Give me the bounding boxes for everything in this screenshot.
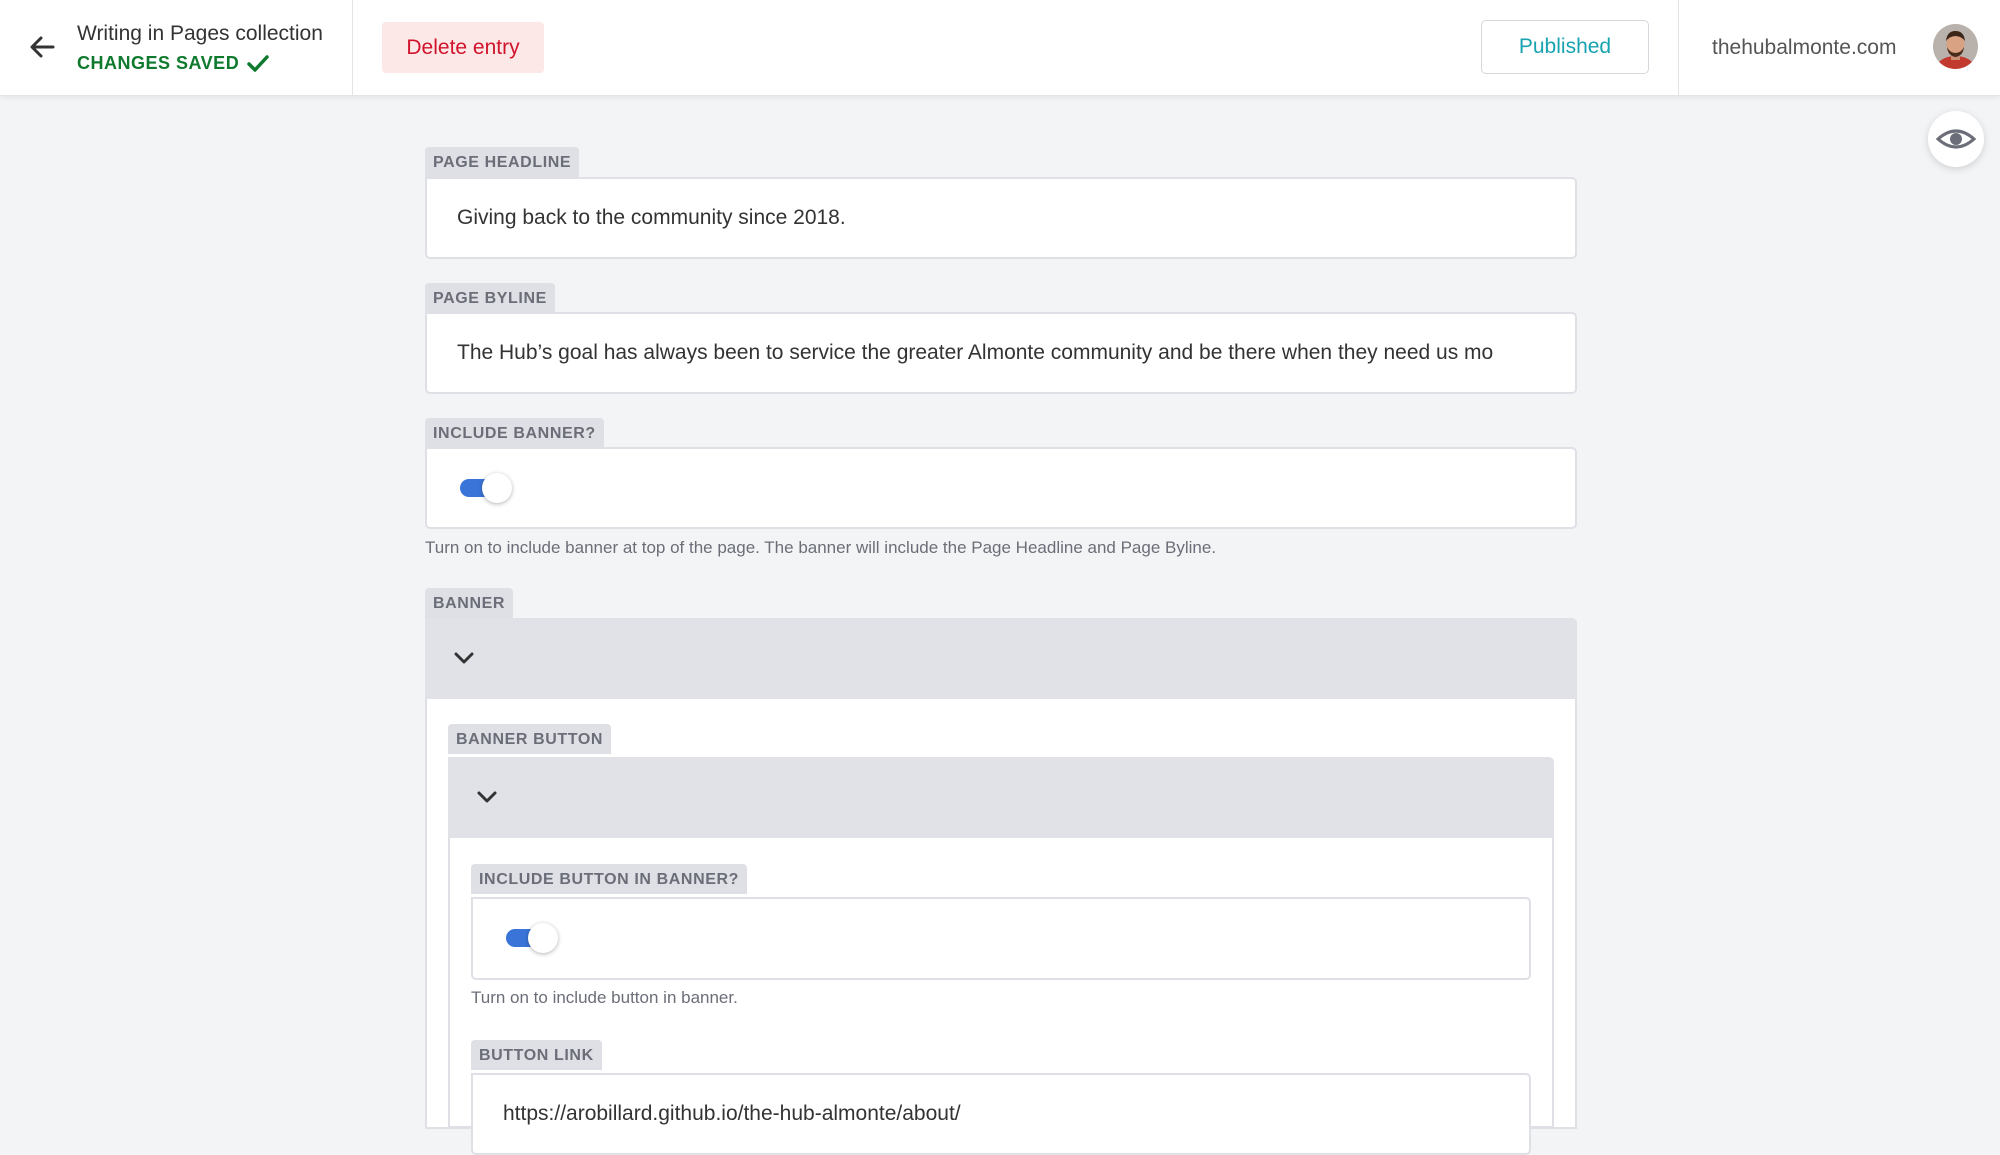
button-link-label: BUTTON LINK (471, 1040, 602, 1070)
include-button-toggle[interactable] (506, 921, 562, 955)
delete-entry-button[interactable]: Delete entry (382, 22, 544, 73)
page-headline-field (425, 177, 1577, 259)
site-link[interactable]: thehubalmonte.com (1712, 36, 1896, 60)
toggle-knob (528, 923, 558, 953)
back-arrow-icon[interactable] (28, 33, 56, 61)
page-headline-label: PAGE HEADLINE (425, 147, 580, 177)
page-byline-field (425, 312, 1577, 394)
checkmark-icon (247, 54, 269, 72)
include-banner-label: INCLUDE BANNER? (425, 418, 604, 448)
include-button-hint: Turn on to include button in banner. (471, 988, 738, 1007)
include-banner-toggle[interactable] (460, 471, 516, 505)
include-button-label: INCLUDE BUTTON IN BANNER? (471, 864, 748, 894)
banner-collapse-header[interactable] (425, 618, 1577, 699)
chevron-down-icon (477, 791, 497, 803)
page-byline-label: PAGE BYLINE (425, 283, 555, 313)
avatar[interactable] (1933, 24, 1978, 69)
toggle-knob (482, 473, 512, 503)
include-banner-hint: Turn on to include banner at top of the … (425, 538, 1217, 557)
include-banner-field (425, 447, 1577, 529)
page-byline-input[interactable] (457, 337, 1547, 369)
save-status-label: CHANGES SAVED (77, 53, 240, 73)
eye-icon (1936, 129, 1976, 149)
top-bar: Writing in Pages collection CHANGES SAVE… (0, 0, 2000, 96)
banner-button-label: BANNER BUTTON (448, 724, 612, 754)
button-link-input[interactable] (503, 1098, 1503, 1130)
banner-label: BANNER (425, 588, 514, 618)
button-link-field (471, 1073, 1531, 1155)
preview-toggle-button[interactable] (1928, 111, 1984, 167)
include-button-field (471, 897, 1531, 980)
divider (352, 0, 353, 95)
banner-button-collapse-header[interactable] (448, 757, 1554, 838)
save-status: CHANGES SAVED (77, 53, 269, 74)
chevron-down-icon (454, 652, 474, 664)
divider (1678, 0, 1679, 95)
collection-title: Writing in Pages collection (77, 22, 323, 45)
page-headline-input[interactable] (457, 202, 1547, 234)
publish-status-button[interactable]: Published (1481, 20, 1649, 74)
